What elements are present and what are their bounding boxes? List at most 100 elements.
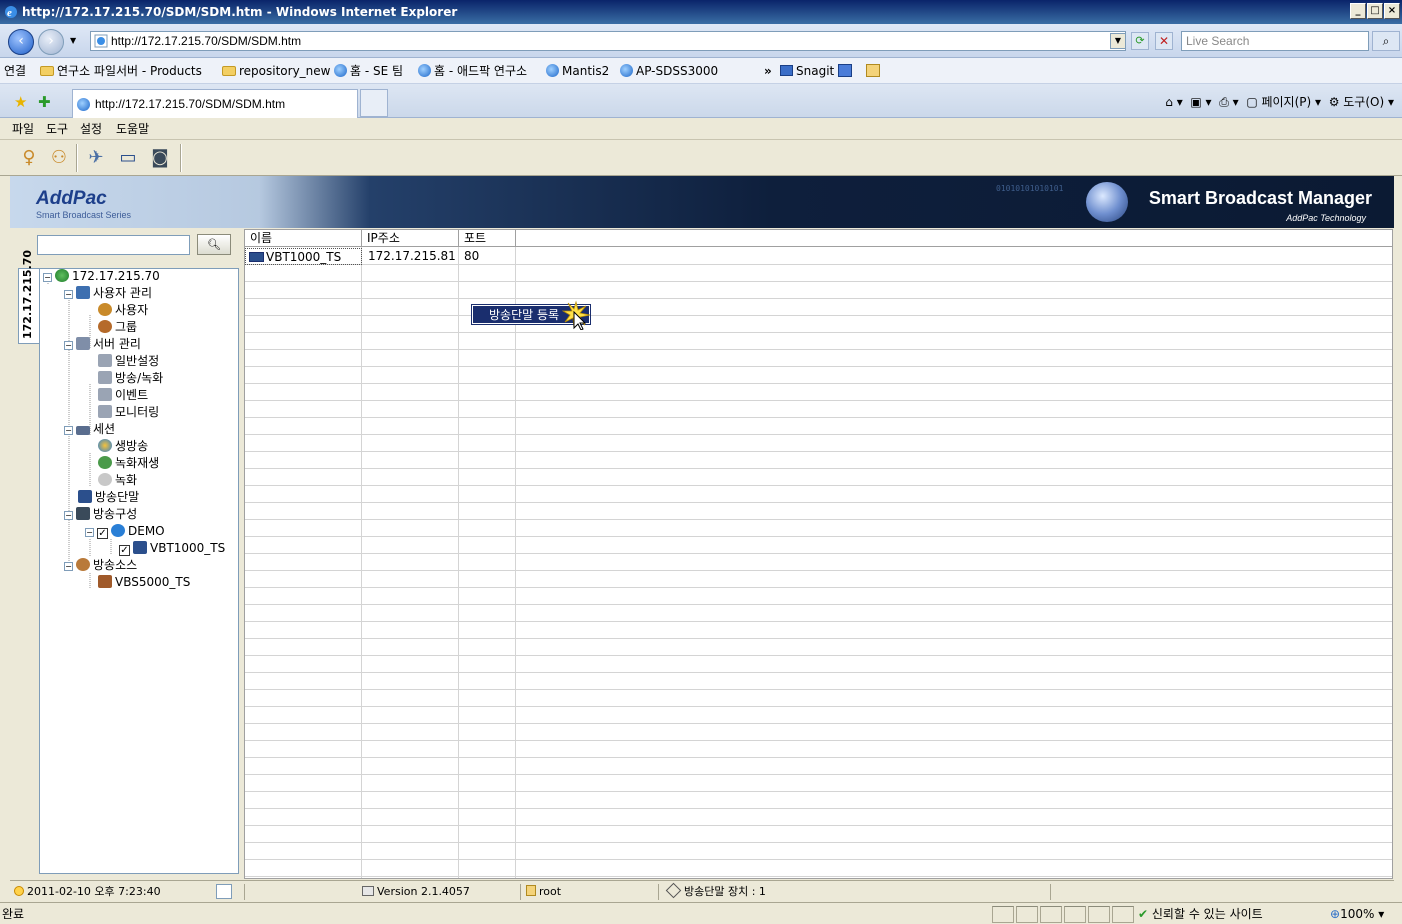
empty-row xyxy=(245,333,1392,350)
tab-bar: ★ ✚ http://172.17.215.70/SDM/SDM.htm ⌂ ▾… xyxy=(0,84,1402,118)
log-icon[interactable] xyxy=(216,884,232,899)
tools-menu[interactable]: ⚙ 도구(O) ▾ xyxy=(1329,95,1394,109)
empty-row xyxy=(245,316,1392,333)
empty-row xyxy=(245,741,1392,758)
collapse-icon[interactable]: − xyxy=(64,562,73,571)
server-side-tab[interactable]: 172.17.215.70 xyxy=(18,250,39,344)
menu-settings[interactable]: 설정 xyxy=(80,118,102,140)
app-toolbar: ♀ ⚇ ✈ ▭ ◙ xyxy=(0,140,1402,176)
tree-demo[interactable]: − ✓ DEMO xyxy=(85,524,165,540)
cell-ip: 172.17.215.81 xyxy=(368,249,456,263)
folder-capture-icon[interactable] xyxy=(866,64,880,77)
snagit-button[interactable]: Snagit xyxy=(780,58,834,84)
new-tab-button[interactable] xyxy=(360,89,388,117)
forward-button[interactable]: › xyxy=(38,29,64,55)
tree-server-mgmt[interactable]: − 서버 관리 xyxy=(64,337,141,353)
empty-row xyxy=(245,571,1392,588)
link-addpac-lab[interactable]: 홈 - 애드팍 연구소 xyxy=(418,58,527,84)
history-dropdown-icon[interactable]: ▼ xyxy=(70,36,76,45)
search-icon[interactable]: ⌕ xyxy=(1372,31,1400,51)
maximize-button[interactable]: □ xyxy=(1367,3,1383,19)
collapse-icon[interactable]: − xyxy=(64,290,73,299)
home-icon[interactable]: ⌂ ▾ xyxy=(1165,95,1182,109)
feeds-icon[interactable]: ▣ ▾ xyxy=(1190,95,1211,109)
minimize-button[interactable]: _ xyxy=(1350,3,1366,19)
tree-recording[interactable]: 녹화 xyxy=(98,473,137,489)
empty-row xyxy=(245,843,1392,860)
user-icon[interactable]: ♀ xyxy=(17,146,41,170)
add-favorite-icon[interactable]: ✚ xyxy=(38,93,51,111)
link-se-team[interactable]: 홈 - SE 팀 xyxy=(334,58,403,84)
tree-session[interactable]: − 세션 xyxy=(64,422,115,438)
back-button[interactable]: ‹ xyxy=(8,29,34,55)
table-row[interactable]: VBT1000_TS 172.17.215.81 80 xyxy=(245,248,1392,265)
menu-help[interactable]: 도움말 xyxy=(116,118,149,140)
close-button[interactable]: × xyxy=(1384,3,1400,19)
tree-general-settings[interactable]: 일반설정 xyxy=(98,354,159,370)
column-header-name[interactable]: 이름 xyxy=(245,230,362,247)
link-mantis[interactable]: Mantis2 xyxy=(546,58,609,84)
empty-row xyxy=(245,707,1392,724)
menu-tools[interactable]: 도구 xyxy=(46,118,68,140)
tree-user-mgmt[interactable]: − 사용자 관리 xyxy=(64,286,152,302)
app-status-bar: 2011-02-10 오후 7:23:40 Version 2.1.4057 r… xyxy=(10,880,1394,902)
links-more-chevron[interactable]: » xyxy=(764,58,772,84)
server-globe-icon xyxy=(55,269,69,282)
menu-file[interactable]: 파일 xyxy=(12,118,34,140)
demo-checkbox[interactable]: ✓ xyxy=(97,528,108,539)
favorites-star-icon[interactable]: ★ xyxy=(14,93,27,111)
tree-monitoring[interactable]: 모니터링 xyxy=(98,405,159,421)
tree-broadcast-config[interactable]: − 방송구성 xyxy=(64,507,137,523)
link-fileserver[interactable]: 연구소 파일서버 - Products xyxy=(40,58,202,84)
collapse-icon[interactable]: − xyxy=(64,426,73,435)
page-status: 완료 xyxy=(2,907,25,921)
empty-row xyxy=(245,775,1392,792)
terminal-icon[interactable]: ▭ xyxy=(116,146,140,170)
mouse-cursor-icon xyxy=(562,300,591,330)
address-input[interactable]: http://172.17.215.70/SDM/SDM.htm xyxy=(90,31,1126,51)
link-ap-sdss[interactable]: AP-SDSS3000 xyxy=(620,58,718,84)
refresh-icon[interactable]: ⟳ xyxy=(1131,32,1149,50)
vbt-checkbox[interactable]: ✓ xyxy=(119,545,130,556)
broadcast-config-icon[interactable]: ◙ xyxy=(148,146,172,170)
live-search-input[interactable]: Live Search xyxy=(1181,31,1369,51)
navigation-tree: −172.17.215.70 − 사용자 관리 사용자 그룹 − 서버 관리 일반설… xyxy=(39,268,239,874)
tab-sdm[interactable]: http://172.17.215.70/SDM/SDM.htm xyxy=(72,89,358,118)
group-icon[interactable]: ⚇ xyxy=(47,146,71,170)
tree-group[interactable]: 그룹 xyxy=(98,320,137,336)
tree-vbt1000[interactable]: ✓ VBT1000_TS xyxy=(119,541,225,557)
connect-icon[interactable]: ✈ xyxy=(84,146,108,170)
clock-icon xyxy=(14,886,24,896)
link-repository[interactable]: repository_new xyxy=(222,58,330,84)
stop-icon[interactable]: ✕ xyxy=(1155,32,1173,50)
window-title: http://172.17.215.70/SDM/SDM.htm - Windo… xyxy=(22,5,458,19)
zoom-control[interactable]: ⊕100% ▾ xyxy=(1330,903,1384,924)
status-panel xyxy=(1040,906,1062,923)
empty-row xyxy=(245,724,1392,741)
tree-search-input[interactable] xyxy=(37,235,190,255)
tree-vbs5000[interactable]: VBS5000_TS xyxy=(98,575,190,591)
collapse-icon[interactable]: − xyxy=(43,273,52,282)
tree-search-button[interactable]: 🔍︎ xyxy=(197,234,231,255)
tree-live[interactable]: 생방송 xyxy=(98,439,148,455)
column-header-port[interactable]: 포트 xyxy=(459,230,516,247)
column-header-ip[interactable]: IP주소 xyxy=(362,230,459,247)
tree-root-server[interactable]: −172.17.215.70 xyxy=(43,269,160,285)
toolbar-separator xyxy=(180,144,182,172)
tree-recording-playback[interactable]: 녹화재생 xyxy=(98,456,159,472)
tree-broadcast-source[interactable]: − 방송소스 xyxy=(64,558,137,574)
server-tab-label: 172.17.215.70 xyxy=(21,249,34,339)
page-menu[interactable]: ▢ 페이지(P) ▾ xyxy=(1246,95,1321,109)
capture-icon[interactable] xyxy=(838,64,852,77)
tree-terminal[interactable]: 방송단말 xyxy=(78,490,139,506)
collapse-icon[interactable]: − xyxy=(64,341,73,350)
ie-page-icon xyxy=(77,98,90,111)
collapse-icon[interactable]: − xyxy=(64,511,73,520)
address-dropdown-icon[interactable]: ▼ xyxy=(1110,33,1126,49)
print-icon[interactable]: ⎙ ▾ xyxy=(1219,95,1238,109)
collapse-icon[interactable]: − xyxy=(85,528,94,537)
tree-event[interactable]: 이벤트 xyxy=(98,388,148,404)
security-zone[interactable]: ✔ 신뢰할 수 있는 사이트 xyxy=(1138,903,1263,924)
tree-broadcast-recording[interactable]: 방송/녹화 xyxy=(98,371,163,387)
tree-user[interactable]: 사용자 xyxy=(98,303,148,319)
